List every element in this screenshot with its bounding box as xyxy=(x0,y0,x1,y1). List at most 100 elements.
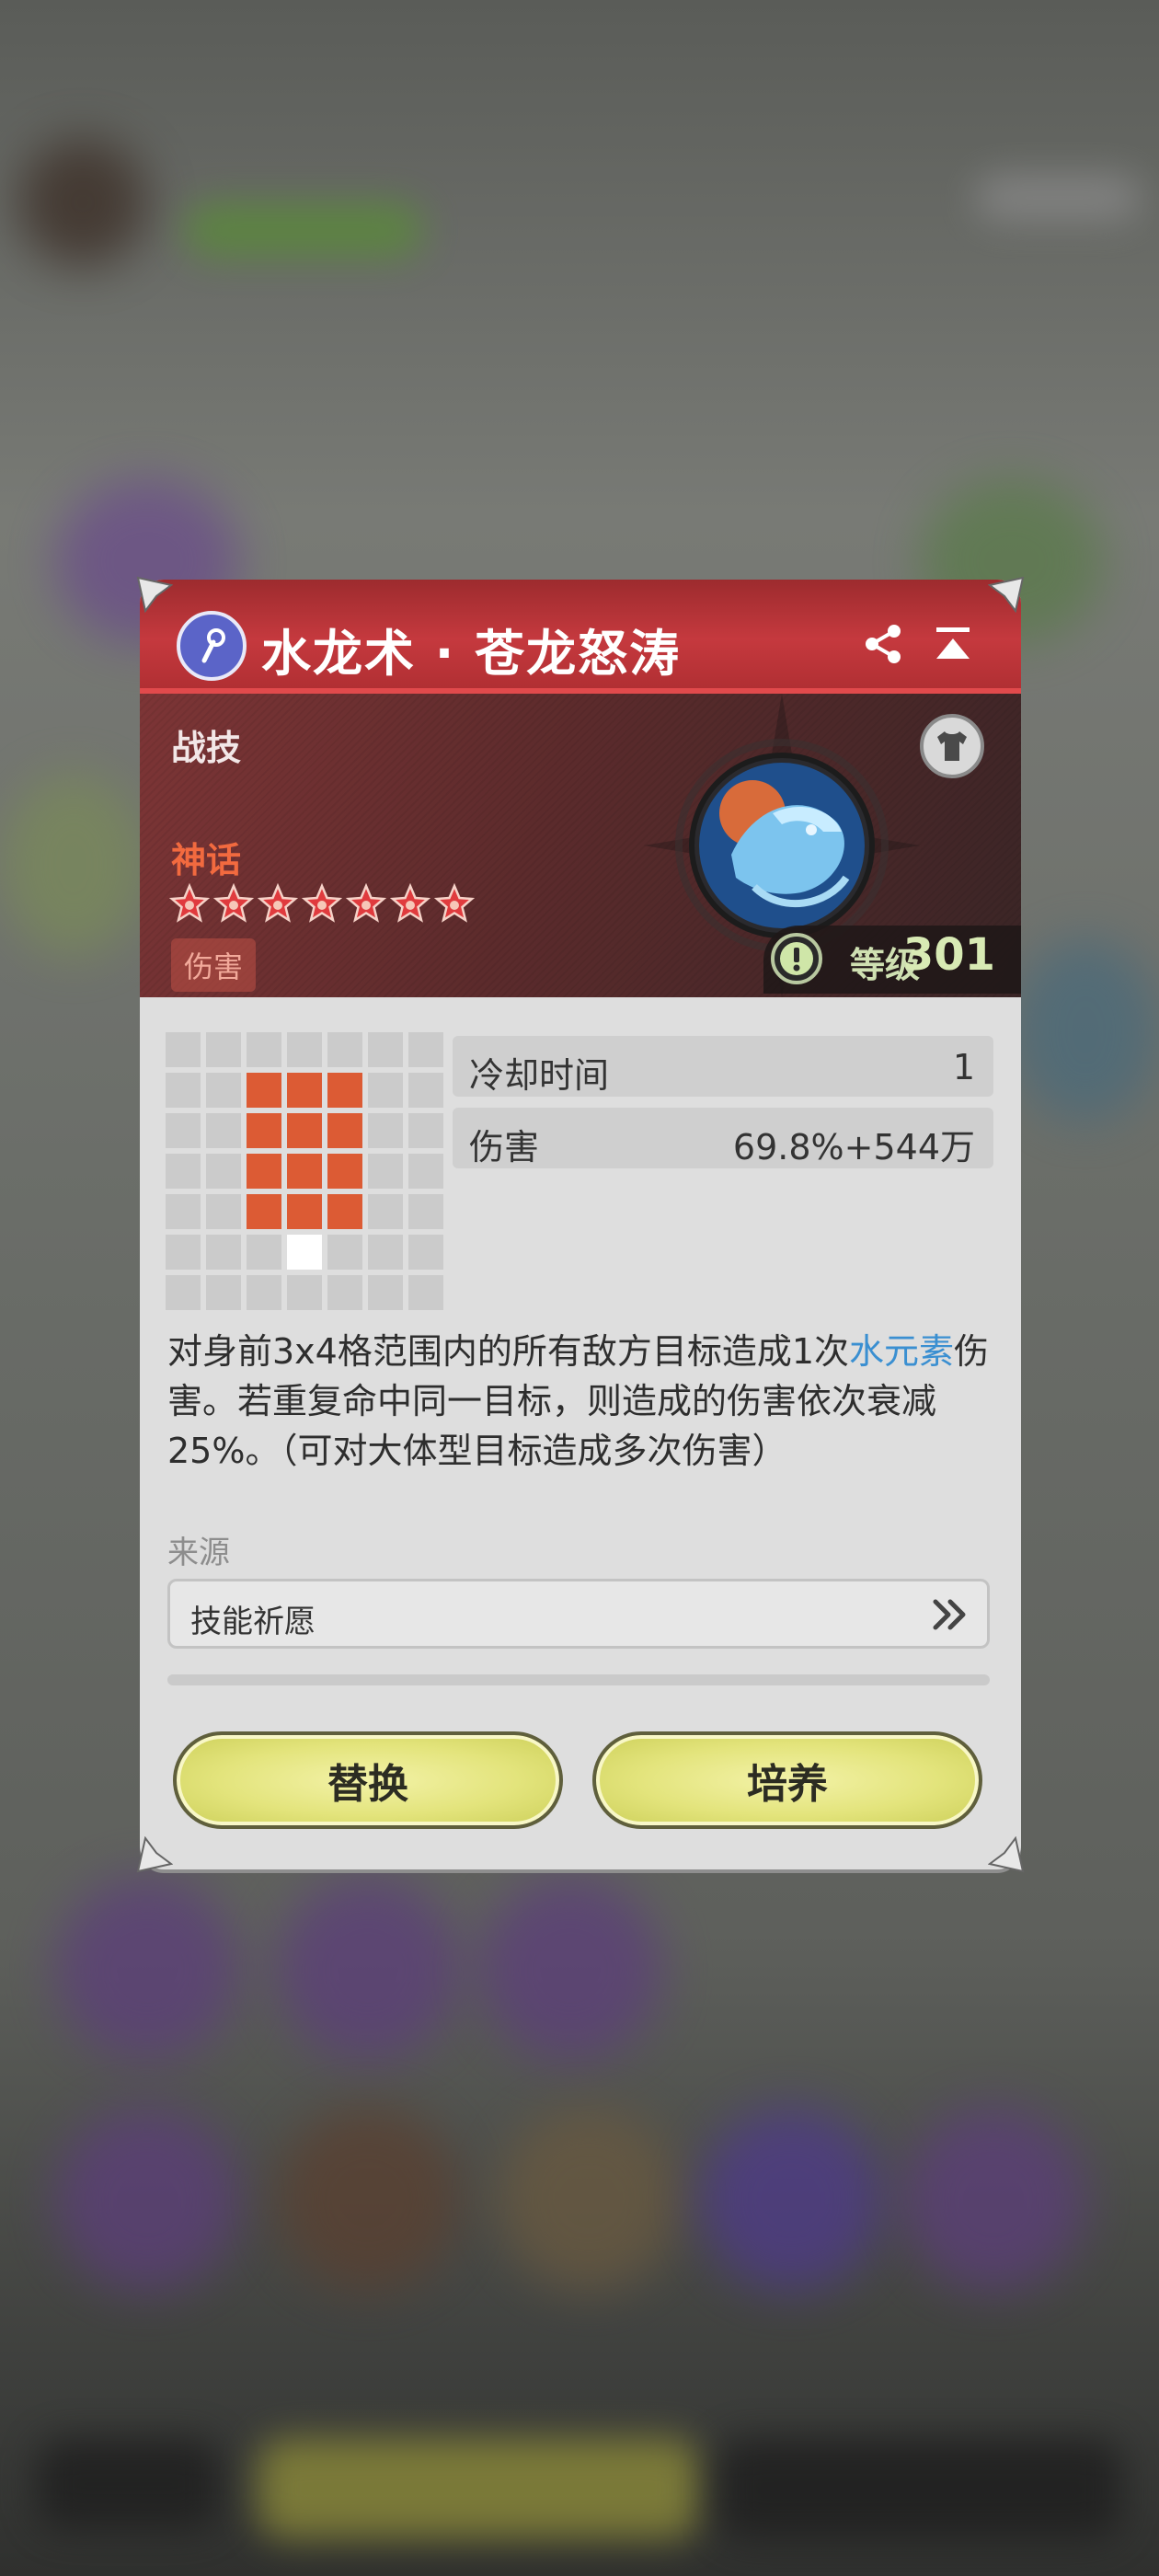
source-value: 技能祈愿 xyxy=(190,1604,316,1640)
grid-cell-hit xyxy=(327,1154,362,1189)
bg-icon-10 xyxy=(497,2107,681,2291)
collapse-icon[interactable] xyxy=(927,618,979,670)
stat-label: 伤害 xyxy=(469,1127,540,1167)
corner-ornament xyxy=(988,576,1025,613)
grid-cell-empty xyxy=(408,1194,443,1229)
share-icon[interactable] xyxy=(857,618,909,670)
grid-cell-empty xyxy=(166,1275,201,1310)
grid-cell-hit xyxy=(287,1154,322,1189)
replace-button[interactable]: 替换 xyxy=(173,1731,563,1829)
grid-cell-empty xyxy=(166,1073,201,1108)
bg-bottom-3 xyxy=(717,2438,1122,2539)
skill-tag: 伤害 xyxy=(171,938,257,992)
grid-cell-empty xyxy=(247,1032,281,1067)
stat-damage: 伤害 69.8%+544万 xyxy=(453,1108,993,1168)
grid-cell-empty xyxy=(327,1032,362,1067)
grid-cell-empty xyxy=(166,1032,201,1067)
bg-bottom-1 xyxy=(37,2438,221,2530)
shirt-icon[interactable] xyxy=(920,714,984,778)
grid-cell-empty xyxy=(327,1235,362,1270)
grid-cell-empty xyxy=(368,1032,403,1067)
exclamation-icon[interactable] xyxy=(769,931,824,986)
grid-cell-empty xyxy=(408,1113,443,1148)
grid-cell-empty xyxy=(206,1275,241,1310)
skill-description: 对身前3x4格范围内的所有敌方目标造成1次水元素伤害。若重复命中同一目标，则造成… xyxy=(167,1327,995,1476)
bg-icon-11 xyxy=(699,2107,883,2291)
grid-cell-empty xyxy=(206,1073,241,1108)
level-value: 301 xyxy=(902,929,995,981)
grid-cell-hit xyxy=(247,1073,281,1108)
bg-top-right xyxy=(975,175,1141,221)
grid-cell-empty xyxy=(408,1275,443,1310)
grid-cell-empty xyxy=(166,1235,201,1270)
grid-cell-empty xyxy=(368,1154,403,1189)
star-icon xyxy=(434,883,475,924)
grid-cell-empty xyxy=(368,1073,403,1108)
bg-icon-9 xyxy=(276,2107,460,2291)
source-label: 来源 xyxy=(167,1535,230,1571)
grid-cell-empty xyxy=(408,1235,443,1270)
grid-cell-empty xyxy=(368,1235,403,1270)
grid-cell-empty xyxy=(166,1113,201,1148)
grid-cell-empty xyxy=(327,1275,362,1310)
grid-cell-empty xyxy=(368,1275,403,1310)
grid-cell-hit xyxy=(287,1073,322,1108)
grid-cell-empty xyxy=(368,1113,403,1148)
bg-icon-4 xyxy=(1012,938,1159,1122)
star-icon xyxy=(346,883,386,924)
bg-name-bar xyxy=(184,202,423,258)
grid-cell-empty xyxy=(206,1154,241,1189)
skill-detail-dialog: 水龙术 · 苍龙怒涛 战技 神话 伤害 等级 301 冷却时间 1 伤害 69.… xyxy=(136,576,1025,1873)
grid-cell-empty xyxy=(206,1194,241,1229)
attack-range-grid xyxy=(166,1032,443,1310)
grid-cell-empty xyxy=(287,1275,322,1310)
element-keyword[interactable]: 水元素 xyxy=(849,1331,954,1372)
corner-ornament xyxy=(988,1836,1025,1873)
star-rating xyxy=(169,883,475,924)
skill-name: 水龙术 · 苍龙怒涛 xyxy=(261,625,682,683)
rarity-label: 神话 xyxy=(171,840,242,880)
stat-value: 1 xyxy=(952,1047,975,1087)
grid-cell-hit xyxy=(247,1113,281,1148)
grid-cell-hit xyxy=(247,1154,281,1189)
divider xyxy=(167,1674,990,1685)
skill-card: 水龙术 · 苍龙怒涛 战技 神话 伤害 等级 301 冷却时间 1 伤害 69.… xyxy=(140,580,1021,1869)
bg-avatar xyxy=(18,138,147,267)
grid-cell-empty xyxy=(247,1275,281,1310)
star-icon xyxy=(258,883,298,924)
description-text: 对身前3x4格范围内的所有敌方目标造成1次 xyxy=(167,1331,850,1372)
stat-label: 冷却时间 xyxy=(469,1055,610,1096)
grid-cell-empty xyxy=(206,1113,241,1148)
bg-icon-5 xyxy=(55,1877,239,2061)
star-icon xyxy=(390,883,430,924)
bg-icon-6 xyxy=(276,1877,460,2061)
grid-cell-hit xyxy=(327,1073,362,1108)
grid-cell-empty xyxy=(408,1073,443,1108)
grid-cell-empty xyxy=(368,1194,403,1229)
bg-icon-7 xyxy=(478,1877,662,2061)
grid-cell-self xyxy=(287,1235,322,1270)
grid-cell-hit xyxy=(247,1194,281,1229)
grid-cell-empty xyxy=(247,1235,281,1270)
staff-icon xyxy=(177,611,247,681)
grid-cell-empty xyxy=(206,1235,241,1270)
star-icon xyxy=(213,883,254,924)
bg-icon-12 xyxy=(901,2107,1085,2291)
grid-cell-empty xyxy=(166,1154,201,1189)
grid-cell-hit xyxy=(327,1194,362,1229)
grid-cell-empty xyxy=(287,1032,322,1067)
bg-bottom-2 xyxy=(258,2438,699,2539)
bg-icon-3 xyxy=(0,773,147,957)
grid-cell-empty xyxy=(408,1154,443,1189)
grid-cell-hit xyxy=(287,1194,322,1229)
star-icon xyxy=(169,883,210,924)
source-row[interactable]: 技能祈愿 xyxy=(167,1579,990,1649)
corner-ornament xyxy=(136,576,173,613)
stat-value: 69.8%+544万 xyxy=(732,1127,975,1167)
skill-type: 战技 xyxy=(171,728,242,768)
star-icon xyxy=(302,883,342,924)
grid-cell-hit xyxy=(287,1113,322,1148)
train-button[interactable]: 培养 xyxy=(592,1731,982,1829)
grid-cell-empty xyxy=(206,1032,241,1067)
title-bar: 水龙术 · 苍龙怒涛 xyxy=(140,580,1021,694)
